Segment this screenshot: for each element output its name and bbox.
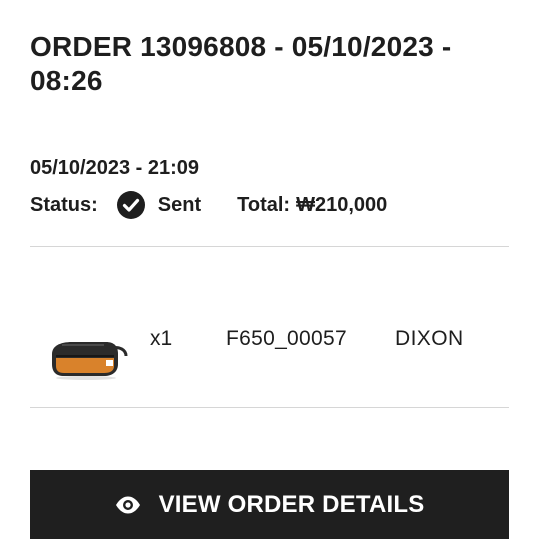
eye-icon [115,496,141,514]
order-date: 05/10/2023 - 21:09 [30,157,200,179]
order-item-row: x1 F650_00057 DIXON [30,248,509,406]
order-summary-card: ORDER 13096808 - 05/10/2023 - 08:26 05/1… [0,0,539,539]
status-value: Sent [157,193,202,216]
status-row: Status: Sent Total: ₩210,000 [30,190,387,220]
divider [30,246,509,247]
order-title: ORDER 13096808 - 05/10/2023 - 08:26 [30,31,452,96]
divider [30,407,509,408]
shoulder-bag-product-image[interactable] [48,336,128,380]
item-name[interactable]: DIXON [395,326,464,352]
view-order-details-button[interactable]: VIEW ORDER DETAILS [30,470,509,539]
total-value: ₩210,000 [296,193,388,216]
item-sku: F650_00057 [226,327,347,350]
item-quantity: x1 [150,327,173,350]
check-circle-icon [116,190,146,220]
view-order-details-label: VIEW ORDER DETAILS [158,490,425,518]
total-label: Total: [237,193,291,216]
status-label: Status: [30,193,98,216]
